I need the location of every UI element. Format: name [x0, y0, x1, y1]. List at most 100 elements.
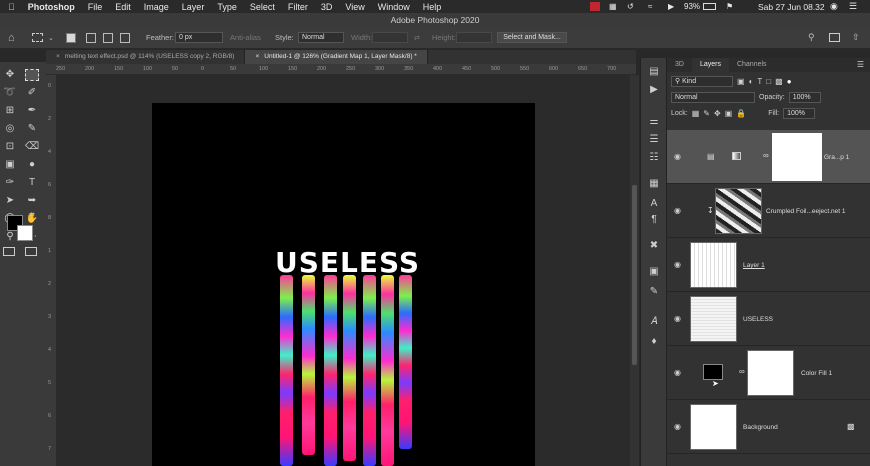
workspace-icon[interactable]: [829, 33, 840, 42]
layer-mask-thumb[interactable]: [772, 133, 822, 181]
link-icon[interactable]: ∞: [763, 151, 769, 160]
lock-pixels-icon[interactable]: ✎: [703, 109, 710, 118]
type-tool-icon[interactable]: T: [25, 177, 39, 189]
apple-icon[interactable]: : [8, 2, 15, 12]
healing-tool-icon[interactable]: ◎: [3, 123, 17, 135]
subtract-selection-icon[interactable]: [103, 32, 113, 43]
quick-mask-icon[interactable]: [3, 247, 15, 256]
glyphs-icon[interactable]: ▣: [648, 266, 660, 278]
direct-select-tool-icon[interactable]: ➥: [25, 195, 39, 207]
flag-icon[interactable]: ⚑: [726, 2, 733, 11]
menu-layer[interactable]: Layer: [182, 2, 205, 12]
eyedropper-tool-icon[interactable]: ✒: [25, 105, 39, 117]
properties-icon[interactable]: ☰: [648, 134, 660, 146]
layer-background[interactable]: ◉ Background ▩: [667, 400, 870, 454]
menu-window[interactable]: Window: [378, 2, 410, 12]
dodge-tool-icon[interactable]: ●: [25, 159, 39, 171]
layer-name[interactable]: USELESS: [743, 316, 773, 323]
zoom-tool-icon[interactable]: ⚲: [3, 231, 17, 243]
marquee-tool-icon[interactable]: [25, 69, 39, 81]
layer-name[interactable]: Color Fill 1: [801, 370, 832, 377]
share-icon[interactable]: ⇧: [852, 32, 860, 43]
menu-extra-icon[interactable]: ▦: [609, 2, 617, 11]
home-icon[interactable]: ⌂: [8, 32, 15, 44]
gradient-tool-icon[interactable]: ▣: [3, 159, 17, 171]
status-red-icon[interactable]: [590, 2, 600, 11]
visibility-eye-icon[interactable]: ◉: [674, 152, 682, 161]
close-icon[interactable]: ×: [255, 53, 259, 60]
visibility-eye-icon[interactable]: ◉: [674, 206, 682, 215]
lock-transparent-icon[interactable]: ▦: [692, 109, 700, 118]
new-selection-icon[interactable]: [66, 32, 76, 43]
tab-layers[interactable]: Layers: [691, 58, 729, 72]
quick-select-tool-icon[interactable]: ✐: [25, 87, 39, 99]
menu-help[interactable]: Help: [423, 2, 442, 12]
visibility-eye-icon[interactable]: ◉: [674, 368, 682, 377]
lock-position-icon[interactable]: ✥: [714, 109, 721, 118]
libraries-icon[interactable]: ☷: [648, 152, 660, 164]
scroll-thumb[interactable]: [632, 185, 637, 365]
tab-untitled-1[interactable]: × Untitled-1 @ 126% (Gradient Map 1, Laye…: [245, 50, 428, 64]
filter-toggle-icon[interactable]: ●: [787, 77, 792, 86]
filter-smart-icon[interactable]: ▩: [775, 77, 783, 86]
useless-text[interactable]: USELESS: [275, 246, 420, 279]
adjust-icon[interactable]: ⚌: [648, 116, 660, 128]
intersect-selection-icon[interactable]: [120, 32, 130, 43]
fill-input[interactable]: 100%: [783, 107, 816, 119]
select-and-mask-button[interactable]: Select and Mask...: [497, 32, 567, 43]
document-canvas[interactable]: USELESS: [152, 103, 535, 466]
volume-icon[interactable]: ▶: [668, 2, 674, 11]
visibility-eye-icon[interactable]: ◉: [674, 422, 682, 431]
layer-gradient-map[interactable]: ◉ ▤ ∞ Gra...p 1: [667, 130, 870, 184]
lock-artboard-icon[interactable]: ▣: [725, 109, 733, 118]
path-select-tool-icon[interactable]: ➤: [3, 195, 17, 207]
menu-filter[interactable]: Filter: [288, 2, 308, 12]
layer-name[interactable]: Layer 1: [743, 262, 765, 269]
layer-name[interactable]: Crumpled Foil...eeject.net 1: [766, 208, 845, 215]
brush-tool-icon[interactable]: ✎: [25, 123, 39, 135]
brush-settings-icon[interactable]: ✎: [648, 286, 660, 298]
battery-icon[interactable]: [703, 3, 716, 10]
close-icon[interactable]: ×: [56, 53, 60, 60]
wifi-icon[interactable]: ≈: [648, 2, 652, 11]
shapes-icon[interactable]: ♦: [648, 336, 660, 348]
style-select[interactable]: Normal: [298, 32, 344, 43]
crop-tool-icon[interactable]: ⊞: [3, 105, 17, 117]
stamp-tool-icon[interactable]: ⊡: [3, 141, 17, 153]
filter-shape-icon[interactable]: □: [766, 77, 771, 86]
battery-percent[interactable]: 93%: [684, 2, 700, 11]
history-icon[interactable]: ▤: [648, 66, 660, 78]
add-selection-icon[interactable]: [86, 32, 96, 43]
width-input[interactable]: [372, 32, 408, 43]
anti-alias-checkbox[interactable]: Anti-alias: [230, 33, 261, 42]
blend-mode-select[interactable]: Normal: [671, 91, 755, 103]
control-center-icon[interactable]: ☰: [849, 1, 857, 12]
chevron-down-icon[interactable]: ⌄: [48, 34, 54, 42]
siri-icon[interactable]: ◉: [830, 1, 838, 12]
tab-channels[interactable]: Channels: [729, 58, 775, 72]
type-style-icon[interactable]: 𝐴: [648, 316, 660, 328]
layer-name[interactable]: Gra...p 1: [824, 154, 849, 161]
pen-tool-icon[interactable]: ✑: [3, 177, 17, 189]
menu-view[interactable]: View: [345, 2, 364, 12]
menu-image[interactable]: Image: [144, 2, 169, 12]
kind-filter[interactable]: ⚲ Kind: [671, 75, 733, 87]
screen-mode-icon[interactable]: [25, 247, 37, 256]
menu-file[interactable]: File: [88, 2, 103, 12]
link-icon[interactable]: ∞: [739, 367, 745, 376]
menu-edit[interactable]: Edit: [115, 2, 131, 12]
swap-icon[interactable]: ⇄: [414, 34, 420, 42]
layer-crumpled-foil[interactable]: ◉ ↧ Crumpled Foil...eeject.net 1: [667, 184, 870, 238]
layer-layer-1[interactable]: ◉ Layer 1: [667, 238, 870, 292]
layer-useless[interactable]: ◉ USELESS: [667, 292, 870, 346]
eraser-tool-icon[interactable]: ⌫: [25, 141, 39, 153]
visibility-eye-icon[interactable]: ◉: [674, 260, 682, 269]
menu-app-name[interactable]: Photoshop: [28, 2, 75, 12]
character-icon[interactable]: A: [648, 198, 660, 210]
background-color-swatch[interactable]: [17, 225, 33, 241]
feather-input[interactable]: 0 px: [175, 32, 223, 43]
layer-mask-thumb[interactable]: [747, 350, 794, 396]
height-input[interactable]: [456, 32, 492, 43]
menu-3d[interactable]: 3D: [321, 2, 333, 12]
menu-select[interactable]: Select: [250, 2, 275, 12]
